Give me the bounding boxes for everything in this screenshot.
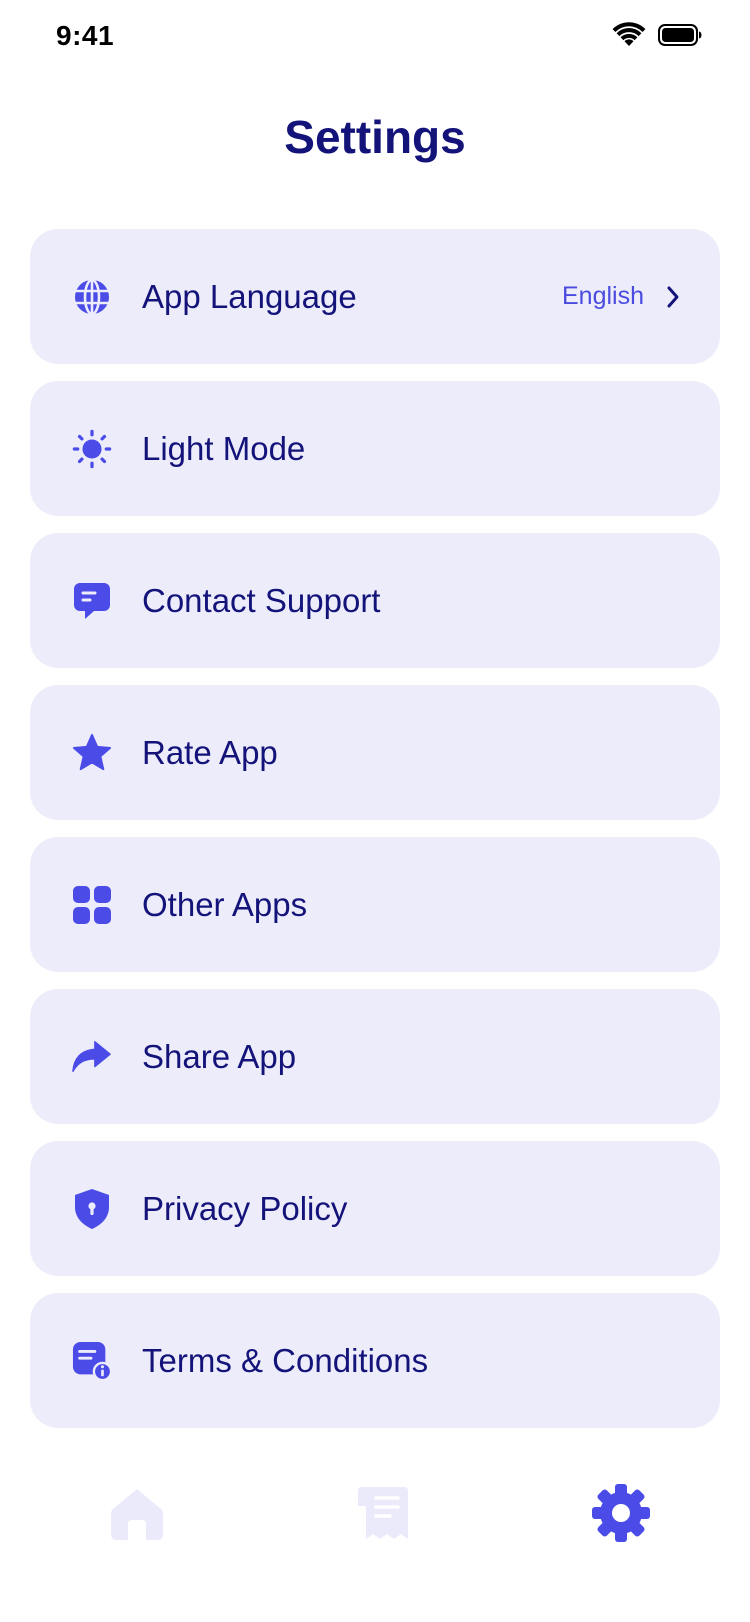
status-time: 9:41 (56, 20, 115, 51)
home-icon (108, 1484, 166, 1547)
settings-item-label: Privacy Policy (142, 1189, 348, 1227)
gear-icon (590, 1482, 652, 1549)
settings-item-terms-conditions[interactable]: Terms & Conditions (30, 1293, 720, 1428)
settings-item-label: Terms & Conditions (142, 1341, 429, 1379)
settings-list: App Language English Light Mode Contact … (30, 229, 720, 1445)
language-value: English (562, 282, 644, 310)
settings-item-app-language[interactable]: App Language English (30, 229, 720, 364)
settings-item-privacy-policy[interactable]: Privacy Policy (30, 1141, 720, 1276)
settings-item-rate-app[interactable]: Rate App (30, 685, 720, 820)
status-icons (612, 22, 702, 53)
settings-item-label: Light Mode (142, 429, 306, 467)
grid-icon (72, 885, 112, 925)
tab-bar (0, 1460, 750, 1570)
settings-item-light-mode[interactable]: Light Mode (30, 381, 720, 516)
sun-icon (72, 429, 112, 469)
page-title: Settings (284, 111, 466, 163)
settings-item-other-apps[interactable]: Other Apps (30, 837, 720, 972)
battery-icon (658, 24, 702, 51)
document-info-icon (72, 1341, 112, 1381)
settings-item-label: Rate App (142, 733, 278, 771)
settings-item-label: Other Apps (142, 885, 308, 923)
tab-receipts[interactable] (328, 1460, 438, 1570)
settings-item-label: App Language (142, 277, 357, 315)
settings-item-label: Contact Support (142, 581, 381, 619)
shield-icon (72, 1188, 112, 1229)
tab-home[interactable] (82, 1460, 192, 1570)
chat-icon (72, 581, 112, 621)
settings-item-label: Share App (142, 1037, 297, 1075)
chevron-right-icon (662, 286, 684, 308)
tab-settings[interactable] (566, 1460, 676, 1570)
star-icon (72, 733, 112, 773)
status-bar: 9:41 (0, 0, 750, 80)
share-icon (72, 1037, 112, 1077)
wifi-icon (612, 22, 646, 53)
settings-item-contact-support[interactable]: Contact Support (30, 533, 720, 668)
receipt-icon (354, 1484, 412, 1547)
globe-icon (72, 277, 112, 317)
settings-item-share-app[interactable]: Share App (30, 989, 720, 1124)
